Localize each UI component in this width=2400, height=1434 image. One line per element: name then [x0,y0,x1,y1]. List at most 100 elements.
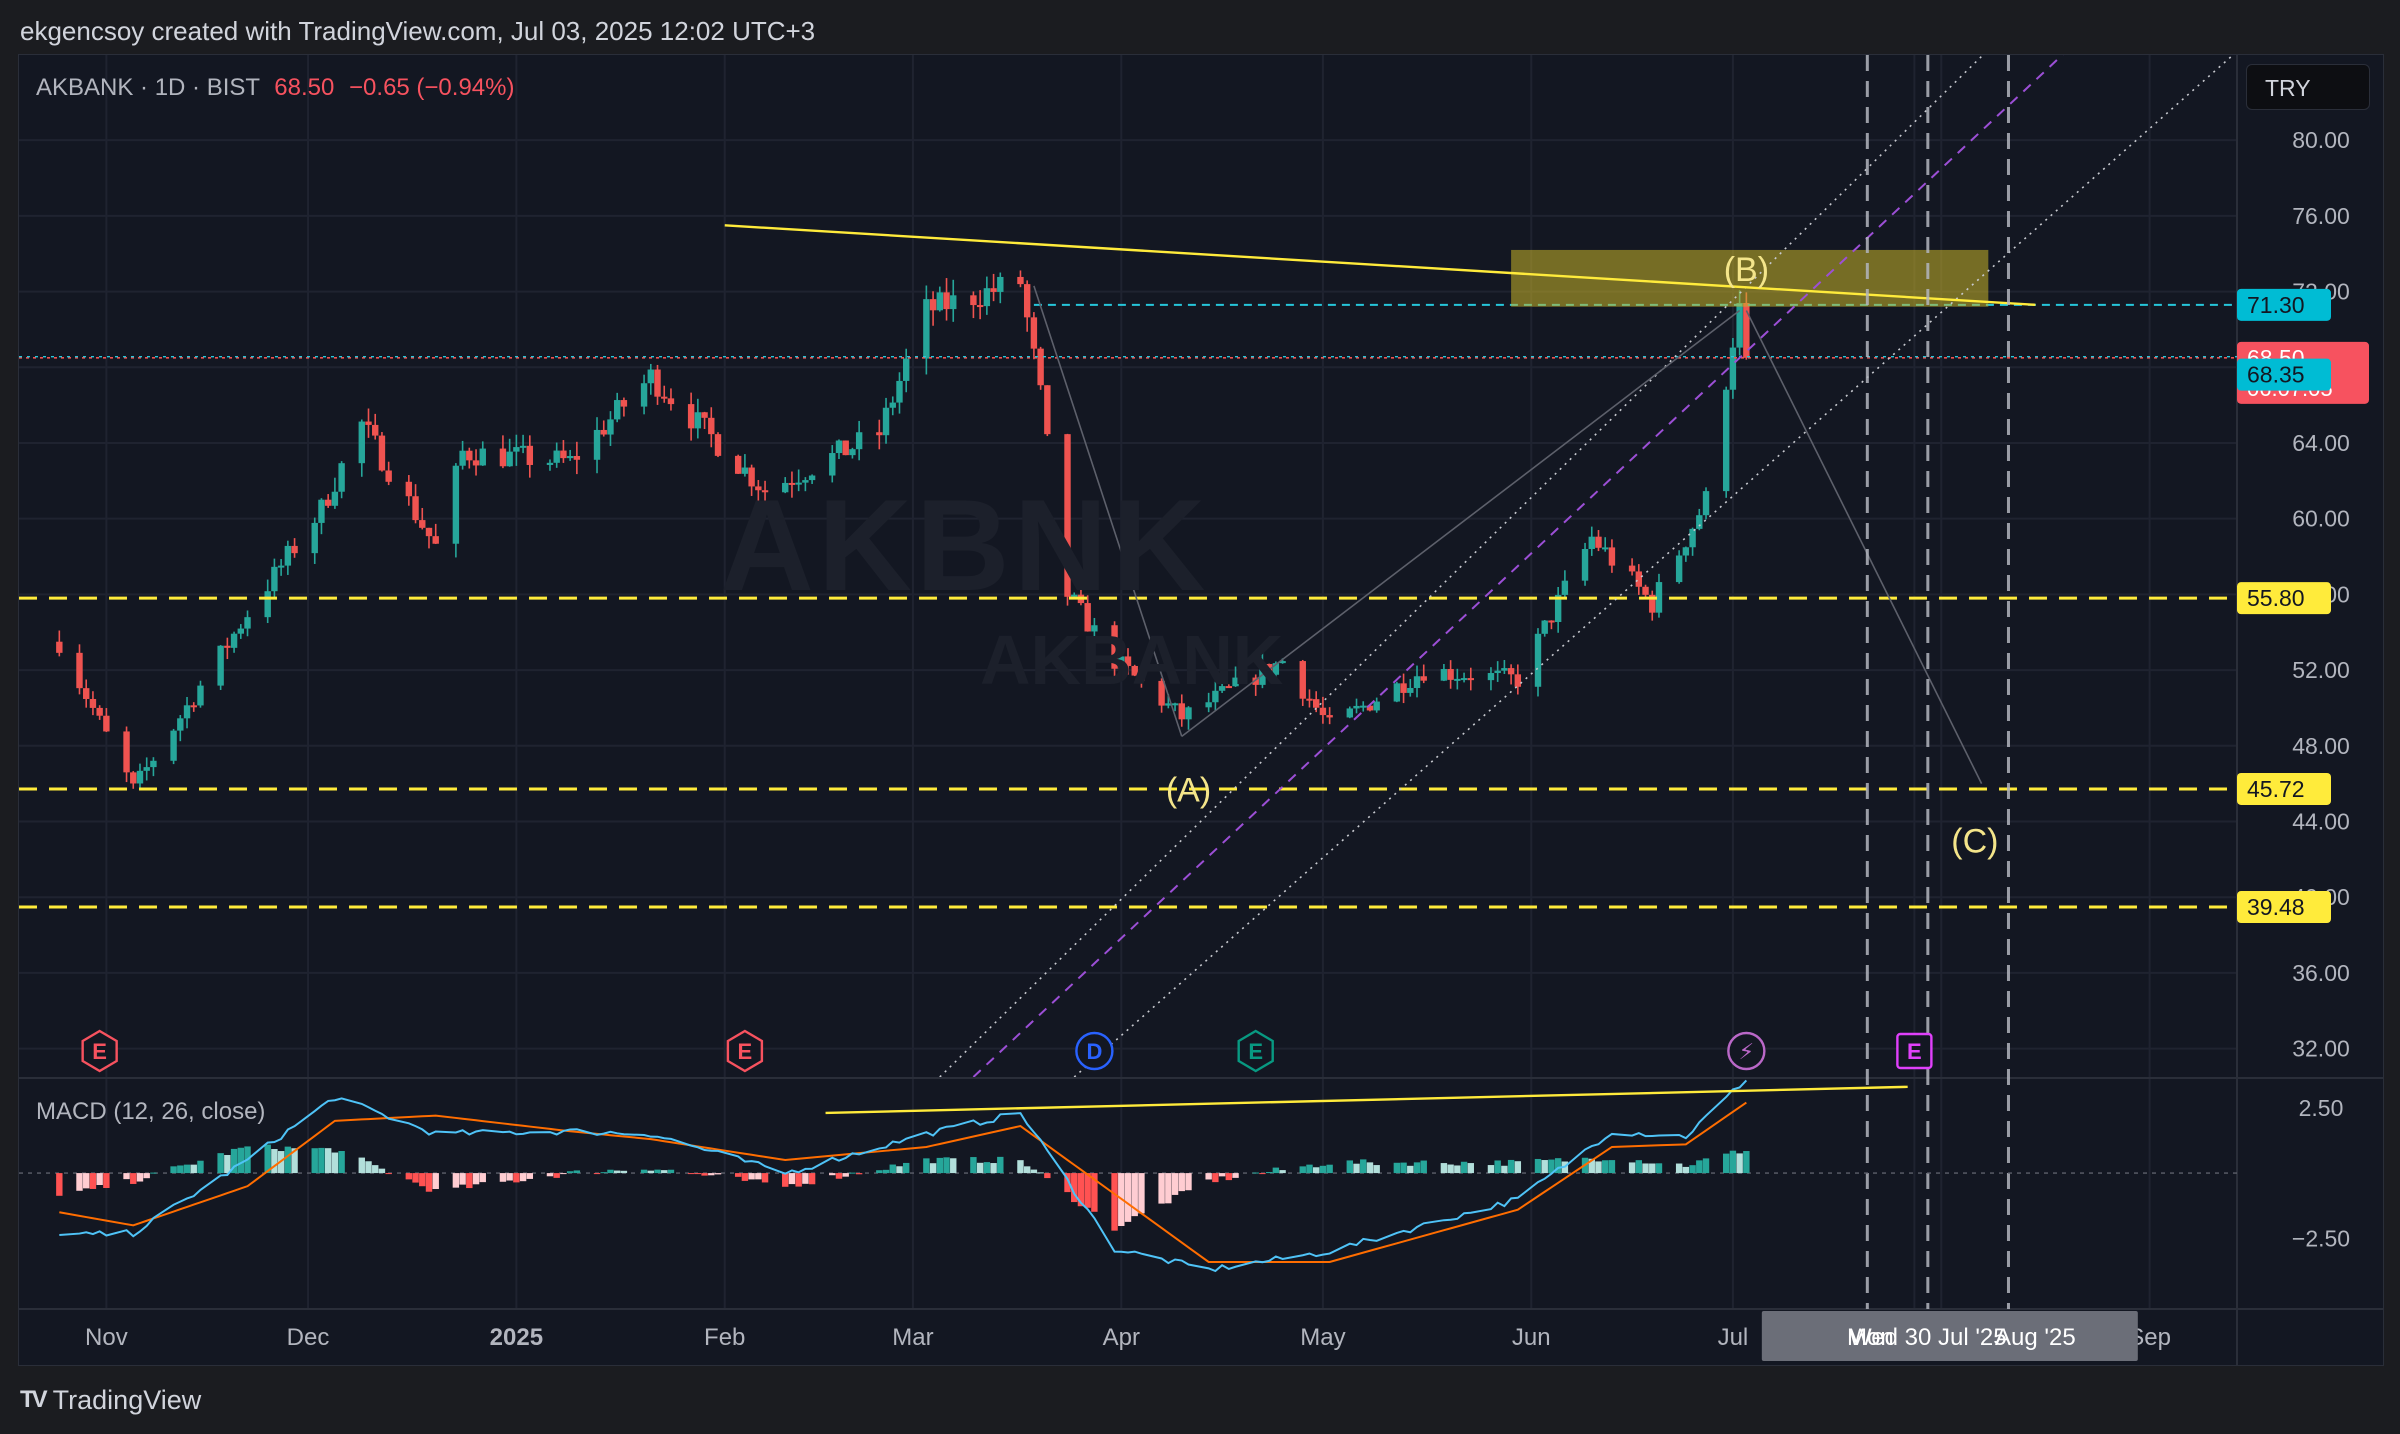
candle [89,691,97,716]
candle-body [1306,698,1313,701]
candle [620,397,628,417]
macd-histogram-bar [519,1173,527,1182]
macd-histogram-bar [654,1169,661,1174]
macd-histogram-bar [950,1158,957,1174]
candle [553,442,560,468]
candle [190,702,197,712]
macd-histogram-bar [1534,1158,1542,1174]
candle-body [970,295,977,306]
macd-histogram-bar [1413,1162,1421,1174]
candle-body [1682,547,1690,556]
macd-histogram-bar [1212,1173,1219,1183]
candle-body [1454,678,1461,681]
price-axis-label: 39.48 [2237,891,2331,924]
candle-body [566,456,574,459]
macd-histogram-bar [640,1169,648,1174]
macd-histogram-bar [667,1169,675,1174]
macd-histogram-bar [1494,1160,1501,1174]
candle-body [835,440,843,454]
macd-histogram-bar [338,1151,345,1174]
candle-body [1312,699,1320,708]
macd-histogram-bar [600,1172,607,1174]
candle-body [687,404,695,429]
candle-body [1608,547,1616,566]
macd-histogram-bar [1346,1160,1353,1174]
macd-tick-label: 2.50 [2299,1095,2344,1121]
price-tick-label: 48.00 [2292,733,2350,759]
macd-histogram-bar [1487,1165,1495,1174]
candle-body [1548,620,1555,623]
candle-body [1420,676,1427,681]
macd-histogram-bar [432,1173,439,1190]
candle [1514,664,1522,695]
candle [943,278,950,321]
candle [1588,526,1595,556]
macd-histogram-bar [1225,1173,1233,1181]
candle-body [499,448,507,467]
candle-body [553,450,560,463]
candle [365,408,372,438]
event-marker: D [1075,1031,1114,1071]
macd-tick-label: −2.50 [2292,1225,2350,1251]
macd-histogram-bar [1138,1173,1145,1214]
macd-histogram-bar [903,1162,910,1174]
tradingview-brand[interactable]: TV TradingView [20,1380,201,1420]
candle [224,637,231,660]
candle-body [385,470,392,482]
candle-body [1373,701,1380,711]
candle [936,286,944,312]
macd-histogram-bar [224,1155,231,1174]
candle [1696,508,1703,531]
candle [1534,628,1542,697]
candle-body [1037,348,1044,386]
candle [1628,558,1636,576]
candle [976,290,984,320]
macd-histogram-bar [876,1170,883,1174]
candle [1581,542,1589,586]
candle-body [56,641,63,653]
top-bar: ekgencsoy created with TradingView.com, … [0,0,2400,54]
candle-body [76,652,83,689]
symbol-header[interactable]: AKBANK · 1D · BIST 68.50 −0.65 (−0.94%) [36,74,514,102]
candle [472,449,480,476]
candle-body [613,400,621,420]
candle-body [1353,705,1360,709]
candle-body [997,276,1004,292]
event-marker-text: E [92,1039,107,1064]
candle [499,435,507,469]
macd-histogram-bar [123,1173,130,1180]
candle [950,279,957,322]
candle-body [903,358,910,381]
candle [1023,280,1031,332]
macd-histogram-bar [1279,1170,1286,1174]
macd-histogram-bar [708,1173,715,1176]
candle [237,624,244,639]
macd-histogram-bar [385,1173,392,1175]
symbol-name[interactable]: AKBANK · 1D · BIST [36,74,260,101]
candle [264,579,271,624]
price-chart[interactable]: (A)(B)(C)EEDE⚡E32.0036.0040.0044.0048.00… [19,55,2383,1365]
macd-histogram-bar [1682,1166,1690,1174]
macd-histogram-bar [983,1162,991,1174]
candle-body [923,299,930,359]
candle [640,374,648,415]
event-marker: ⚡ [1727,1031,1766,1071]
candle-body [593,429,601,460]
time-tick-label: Jul [1718,1324,1749,1351]
candle-body [331,491,339,506]
candle-body [1017,276,1024,285]
price-axis-label: 68.35 [2237,358,2331,391]
candle-body [271,566,278,592]
candle-body [647,369,654,384]
candle-body [311,522,318,554]
chart-container[interactable]: (A)(B)(C)EEDE⚡E32.0036.0040.0044.0048.00… [18,54,2384,1366]
candle-body [378,435,386,471]
candle-body [640,383,648,407]
macd-histogram-bar [170,1166,177,1174]
macd-histogram-bar [1722,1153,1730,1174]
currency-selector[interactable]: TRY [2246,64,2370,110]
macd-indicator-label[interactable]: MACD (12, 26, close) [36,1098,265,1126]
candle [526,435,534,478]
macd-histogram-bar [829,1173,836,1176]
event-marker: E [726,1029,764,1073]
